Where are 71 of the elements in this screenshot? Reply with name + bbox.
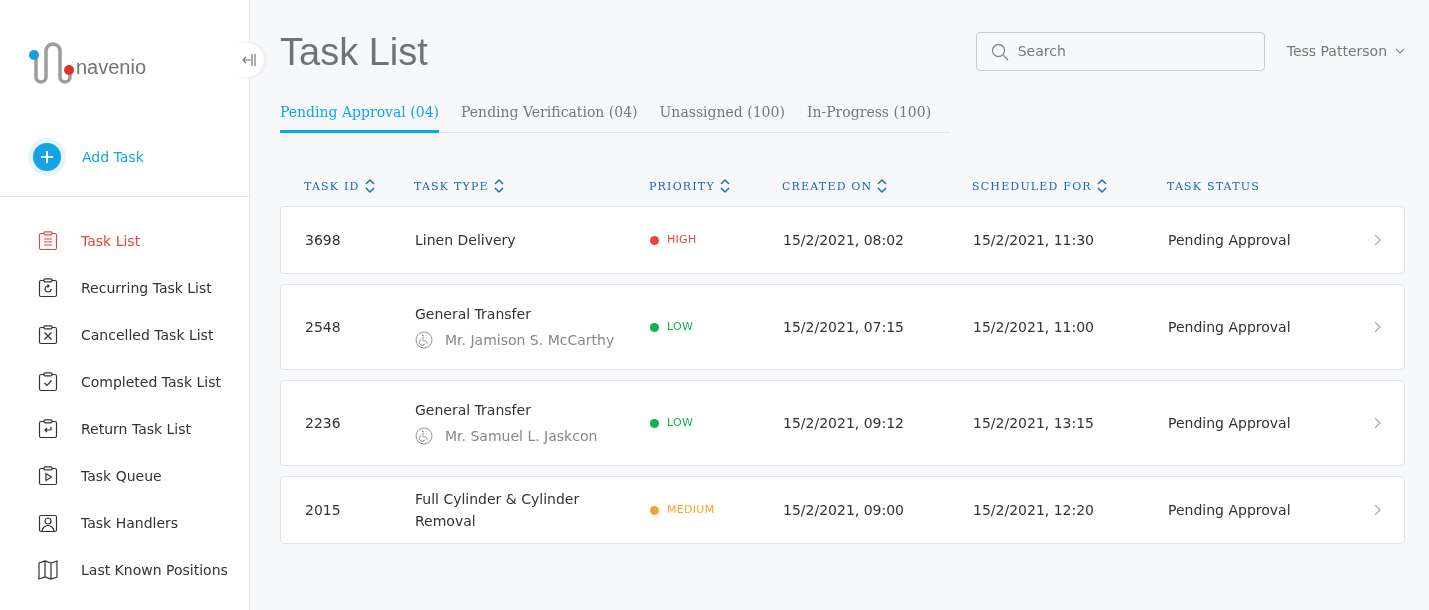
- wheelchair-icon: [415, 331, 433, 349]
- add-task-button[interactable]: Add Task: [28, 138, 144, 176]
- task-status: Pending Approval: [1168, 414, 1292, 433]
- clipboard-icon: [38, 418, 58, 439]
- clipboard-icon: [38, 324, 58, 345]
- sidebar-item[interactable]: Recurring Task List: [0, 264, 249, 311]
- task-status: Pending Approval: [1168, 231, 1292, 250]
- map-icon: [38, 559, 58, 580]
- task-status: Pending Approval: [1168, 318, 1292, 337]
- column-header[interactable]: TASK STATUS: [1167, 179, 1375, 193]
- chevron-right-icon: [1374, 504, 1381, 516]
- priority-label: LOW: [667, 319, 694, 335]
- created-date: 15/2/2021, 08:02: [783, 231, 906, 250]
- task-type: Full Cylinder & Cylinder Removal: [415, 490, 581, 531]
- clipboard-icon: [38, 230, 58, 251]
- column-header[interactable]: PRIORITY: [649, 178, 782, 194]
- priority-label: HIGH: [667, 232, 697, 248]
- wheelchair-icon: [415, 427, 433, 445]
- sidebar-item[interactable]: Cancelled Task List: [0, 311, 249, 358]
- task-type: Linen Delivery: [415, 231, 517, 250]
- tab[interactable]: In-Progress (100): [806, 98, 932, 133]
- logo-text: navenio: [76, 56, 147, 79]
- clipboard-icon: [38, 465, 58, 486]
- created-date: 15/2/2021, 09:12: [783, 414, 906, 433]
- column-header[interactable]: TASK TYPE: [414, 178, 649, 194]
- page-title: Task List: [280, 30, 429, 74]
- column-header[interactable]: CREATED ON: [782, 178, 972, 194]
- patient-name: Mr. Samuel L. Jaskcon: [445, 427, 598, 446]
- created-date: 15/2/2021, 07:15: [783, 318, 906, 337]
- chevron-right-icon: [1374, 321, 1381, 333]
- collapse-icon: [242, 52, 256, 68]
- person-icon: [38, 512, 58, 533]
- user-menu[interactable]: Tess Patterson: [1286, 43, 1405, 59]
- sidebar-item[interactable]: Completed Task List: [0, 358, 249, 405]
- clipboard-icon: [38, 371, 58, 392]
- task-type: General Transfer: [415, 401, 532, 420]
- scheduled-date: 15/2/2021, 12:20: [973, 501, 1096, 520]
- sidebar-item[interactable]: Return Task List: [0, 405, 249, 452]
- created-date: 15/2/2021, 09:00: [783, 501, 906, 520]
- task-type: General Transfer: [415, 305, 532, 324]
- scheduled-date: 15/2/2021, 11:30: [973, 231, 1096, 250]
- task-id: 2015: [305, 501, 342, 520]
- sidebar-item[interactable]: Task Handlers: [0, 499, 249, 546]
- sidebar-item[interactable]: Last Known Positions: [0, 546, 249, 593]
- sidebar-item[interactable]: Task List: [0, 217, 249, 264]
- chevron-right-icon: [1374, 234, 1381, 246]
- task-status: Pending Approval: [1168, 501, 1292, 520]
- patient-name: Mr. Jamison S. McCarthy: [445, 331, 615, 350]
- column-header[interactable]: TASK ID: [304, 178, 414, 194]
- scheduled-date: 15/2/2021, 11:00: [973, 318, 1096, 337]
- task-id: 3698: [305, 231, 342, 250]
- column-header[interactable]: SCHEDULED FOR: [972, 178, 1167, 194]
- tab[interactable]: Pending Verification (04): [461, 98, 638, 133]
- scheduled-date: 15/2/2021, 13:15: [973, 414, 1096, 433]
- tab[interactable]: Unassigned (100): [659, 98, 785, 133]
- plus-icon: [33, 143, 61, 171]
- task-row[interactable]: 2236 General Transfer Mr. Samuel L. Jaskcon LOW 15/2/2021, 09:12 15/2/2021, 13:15 Pending Approval: [280, 380, 1405, 466]
- chevron-down-icon: [1395, 48, 1405, 54]
- priority-label: MEDIUM: [667, 502, 715, 518]
- task-row[interactable]: 2548 General Transfer Mr. Jamison S. McCarthy LOW 15/2/2021, 07:15 15/2/2021, 11:00 Pending Approval: [280, 284, 1405, 370]
- task-row[interactable]: 3698 Linen Delivery HIGH 15/2/2021, 08:02 15/2/2021, 11:30 Pending Approval: [280, 206, 1405, 274]
- clipboard-icon: [38, 277, 58, 298]
- chevron-right-icon: [1374, 417, 1381, 429]
- logo-icon: [28, 41, 74, 85]
- task-row[interactable]: 2015 Full Cylinder & Cylinder Removal MEDIUM 15/2/2021, 09:00 15/2/2021, 12:20 Pending Approval: [280, 476, 1405, 544]
- search-field[interactable]: Search: [975, 31, 1265, 71]
- task-id: 2548: [305, 318, 342, 337]
- priority-label: LOW: [667, 415, 694, 431]
- collapse-sidebar-button[interactable]: [234, 43, 264, 77]
- sidebar-item[interactable]: Task Queue: [0, 452, 249, 499]
- task-id: 2236: [305, 414, 342, 433]
